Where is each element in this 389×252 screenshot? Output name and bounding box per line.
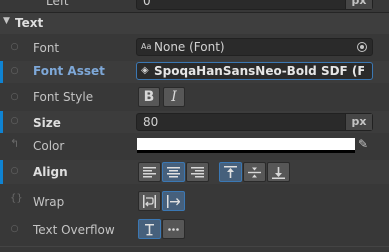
no-wrap-icon (167, 194, 180, 208)
inherited-indicator-icon: {} (10, 193, 23, 204)
size-unit[interactable]: px (345, 114, 372, 130)
tmp-font-asset-icon: ◈ (141, 65, 149, 76)
align-bottom-icon (272, 166, 285, 179)
font-asset-label: Font Asset (33, 64, 105, 78)
text-cursor-icon (145, 223, 154, 235)
unset-indicator-icon: ○ (10, 42, 19, 52)
bold-button[interactable]: B (138, 87, 160, 107)
override-indicator (0, 160, 3, 184)
font-style-label: Font Style (33, 90, 94, 104)
unset-indicator-icon: ○ (10, 66, 19, 76)
font-object-field[interactable]: Aa None (Font) (136, 38, 373, 56)
align-middle-button[interactable] (243, 162, 266, 182)
unset-indicator-icon: ○ (10, 92, 19, 102)
align-top-icon (224, 165, 237, 178)
left-unit[interactable]: px (345, 0, 372, 9)
font-row: ○ Font Aa None (Font) (0, 38, 389, 58)
override-indicator (0, 61, 3, 83)
unset-indicator-icon: ○ (10, 116, 19, 126)
align-bottom-button[interactable] (267, 162, 290, 182)
object-picker-icon[interactable] (357, 42, 367, 52)
size-value: 80 (143, 115, 159, 129)
font-asset-value: SpoqaHanSansNeo-Bold SDF (Font (154, 64, 364, 78)
left-row: Left 0 px (0, 0, 389, 10)
font-asset-object-field[interactable]: ◈ SpoqaHanSansNeo-Bold SDF (Font (136, 62, 373, 80)
divider (0, 246, 389, 247)
align-middle-icon (248, 167, 261, 177)
text-section-header[interactable]: ▼ Text (0, 13, 389, 34)
unset-indicator-icon: ○ (10, 166, 19, 176)
overflow-clip-button[interactable] (138, 219, 161, 239)
align-left-button[interactable] (138, 162, 161, 182)
align-left-icon (143, 166, 156, 177)
inherited-indicator-icon: ↰ (10, 137, 20, 150)
wrap-icon (143, 194, 156, 208)
wrap-disabled-button[interactable] (162, 191, 185, 211)
color-label: Color (33, 139, 65, 153)
overflow-ellipsis-button[interactable] (162, 219, 185, 239)
align-center-button[interactable] (162, 162, 185, 182)
wrap-row: {} Wrap (0, 190, 389, 212)
unset-indicator-icon: ○ (10, 224, 19, 234)
align-top-button[interactable] (219, 162, 242, 182)
align-center-icon (167, 166, 180, 177)
size-row: ○ Size 80 px (0, 111, 389, 133)
font-value: None (Font) (154, 40, 225, 54)
align-row: ○ Align (0, 160, 389, 184)
font-label: Font (33, 41, 60, 55)
color-row: ↰ Color ✎ (0, 136, 389, 156)
text-overflow-label: Text Overflow (33, 223, 115, 237)
font-asset-icon: Aa (141, 42, 152, 51)
font-style-row: ○ Font Style B I (0, 86, 389, 108)
size-input[interactable]: 80 px (136, 113, 373, 131)
font-asset-row: ○ Font Asset ◈ SpoqaHanSansNeo-Bold SDF … (0, 61, 389, 83)
align-right-button[interactable] (186, 162, 209, 182)
italic-button[interactable]: I (163, 87, 185, 107)
align-label: Align (33, 165, 68, 179)
eyedropper-icon[interactable]: ✎ (358, 137, 368, 151)
foldout-arrow-icon[interactable]: ▼ (3, 16, 10, 26)
wrap-label: Wrap (33, 195, 65, 209)
color-swatch[interactable] (137, 138, 355, 153)
left-value: 0 (143, 0, 151, 8)
left-field[interactable]: 0 px (136, 0, 373, 10)
section-title: Text (15, 16, 44, 30)
ellipsis-icon (168, 227, 179, 231)
left-label: Left (46, 0, 69, 8)
align-right-icon (191, 166, 204, 177)
size-label: Size (33, 116, 61, 130)
wrap-enabled-button[interactable] (138, 191, 161, 211)
override-indicator (0, 111, 3, 133)
text-overflow-row: ○ Text Overflow (0, 218, 389, 240)
